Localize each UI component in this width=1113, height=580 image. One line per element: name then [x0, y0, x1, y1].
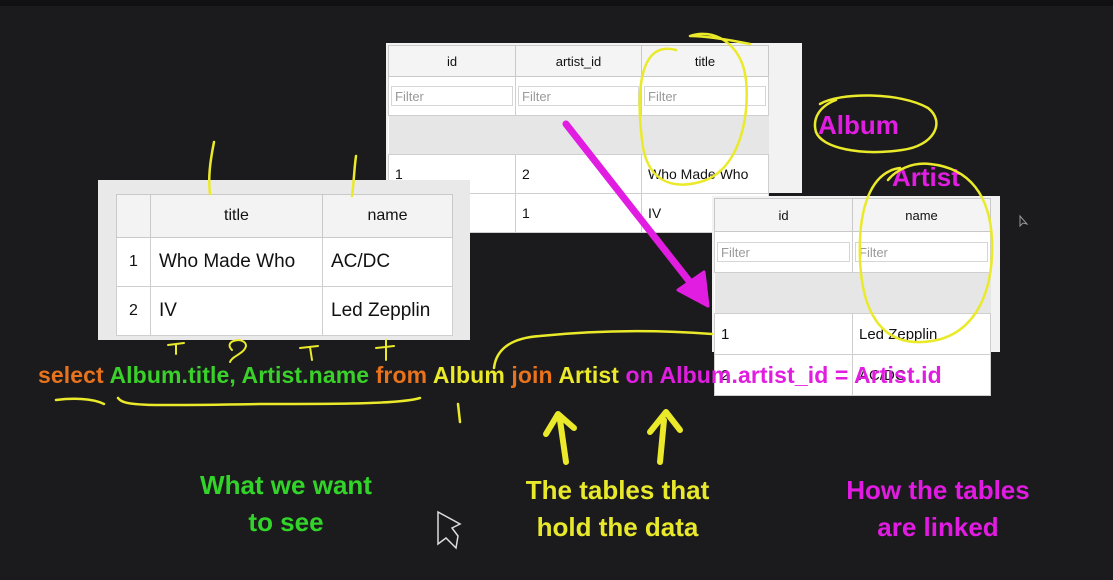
caption-line: are linked [877, 512, 999, 542]
column-header-id[interactable]: id [388, 45, 516, 77]
cell[interactable]: 1 [714, 313, 853, 355]
column-header-name[interactable]: name [852, 198, 991, 232]
row-index: 1 [116, 237, 151, 287]
sql-statement: select Album.title, Artist.name from Alb… [38, 362, 942, 389]
up-arrow [647, 409, 683, 465]
filter-input-artist-id[interactable] [518, 86, 639, 106]
album-annotation-label: Album [818, 110, 899, 140]
caption-what-we-want: What we want to see [170, 467, 402, 541]
select-underline [54, 397, 106, 406]
caption-line: hold the data [536, 512, 699, 542]
caption-line: The tables that [525, 475, 710, 505]
tick-mark [456, 402, 462, 424]
sql-keyword-select: select [38, 362, 104, 388]
result-table: title name 1 Who Made Who AC/DC 2 IV Led… [116, 194, 453, 336]
cell[interactable]: IV [150, 286, 323, 336]
caption-how-linked: How the tables are linked [820, 472, 1056, 546]
column-header-title[interactable]: title [641, 45, 769, 77]
table-row[interactable]: 1 Who Made Who AC/DC [116, 237, 453, 287]
tick-mark [228, 339, 247, 363]
columns-brace [116, 396, 422, 407]
tick-mark [299, 345, 319, 361]
result-table-panel: title name 1 Who Made Who AC/DC 2 IV Led… [98, 180, 470, 340]
sql-keyword-join: join [511, 362, 553, 388]
top-bar [0, 0, 1113, 6]
caption-line: to see [248, 507, 324, 537]
cell[interactable]: Who Made Who [150, 237, 323, 287]
mouse-cursor-icon [437, 510, 462, 550]
caption-line: How the tables [846, 475, 1030, 505]
row-index: 2 [116, 286, 151, 336]
column-header-id[interactable]: id [714, 198, 853, 232]
sql-table-album: Album [432, 362, 505, 388]
cell[interactable]: AC/DC [322, 237, 453, 287]
tick-mark [375, 339, 395, 361]
cell[interactable]: Who Made Who [641, 154, 769, 194]
artist-table-panel: id name 1 Led Zepplin 2 AC/DC [712, 196, 1000, 396]
filter-input-title[interactable] [644, 86, 766, 106]
column-header-name[interactable]: name [322, 194, 453, 238]
table-row[interactable]: 2 IV Led Zepplin [116, 286, 453, 336]
sql-table-artist: Artist [558, 362, 619, 388]
column-header-index [116, 194, 151, 238]
caption-line: What we want [200, 470, 372, 500]
filter-input-id[interactable] [391, 86, 513, 106]
filter-input-id[interactable] [717, 242, 850, 262]
sql-keyword-from: from [375, 362, 428, 388]
sql-keyword-on: on [625, 362, 654, 388]
tick-mark [167, 342, 185, 355]
filter-input-name[interactable] [855, 242, 988, 262]
cell[interactable]: Led Zepplin [322, 286, 453, 336]
sql-join-condition: Album.artist_id = Artist.id [659, 362, 942, 388]
album-table-panel: id artist_id title 1 2 Who Made Who 2 1 … [386, 43, 802, 233]
sql-columns: Album.title, Artist.name [109, 362, 370, 388]
cell[interactable]: Led Zepplin [852, 313, 991, 355]
artist-annotation-label: Artist [892, 162, 960, 192]
column-header-title[interactable]: title [150, 194, 323, 238]
small-cursor-icon [1019, 214, 1029, 228]
up-arrow [543, 411, 577, 465]
link-arrowhead [676, 270, 710, 308]
caption-tables-hold-data: The tables that hold the data [495, 472, 740, 546]
cell[interactable]: 1 [515, 193, 642, 233]
cell[interactable]: 2 [515, 154, 642, 194]
column-header-artist-id[interactable]: artist_id [515, 45, 642, 77]
table-row[interactable]: 1 Led Zepplin [714, 313, 991, 355]
